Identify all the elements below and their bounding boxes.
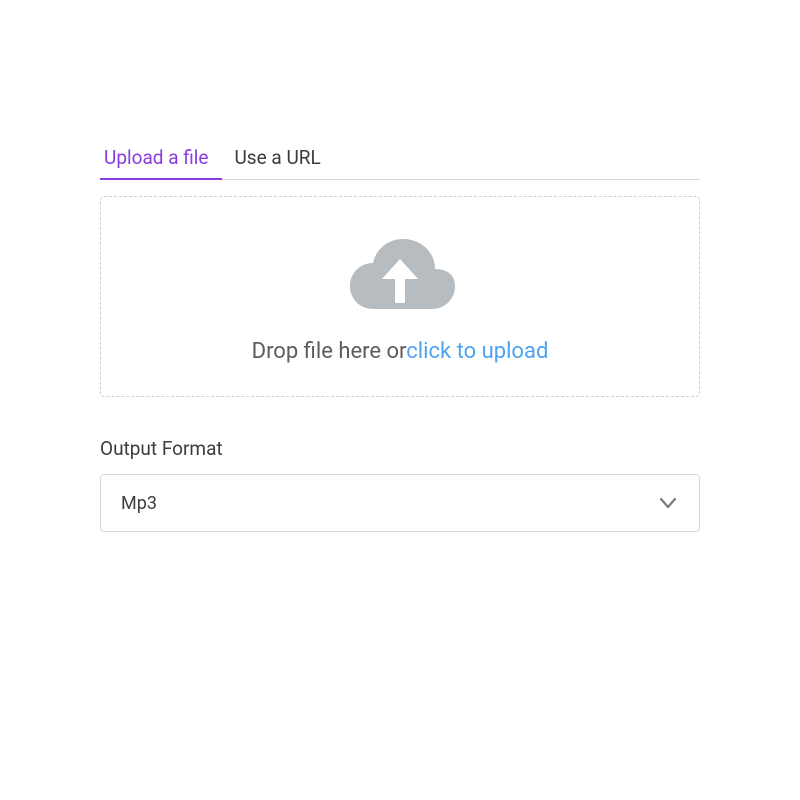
output-format-label: Output Format xyxy=(100,437,700,460)
dropzone-text: Drop file here orclick to upload xyxy=(252,339,549,364)
file-dropzone[interactable]: Drop file here orclick to upload xyxy=(100,196,700,397)
dropzone-prefix: Drop file here or xyxy=(252,339,407,364)
chevron-down-icon xyxy=(657,492,679,514)
output-format-select[interactable]: Mp3 xyxy=(100,474,700,532)
tab-use-url[interactable]: Use a URL xyxy=(230,140,334,179)
tabs: Upload a file Use a URL xyxy=(100,140,700,180)
output-format-value: Mp3 xyxy=(121,493,157,514)
click-to-upload-link[interactable]: click to upload xyxy=(406,339,548,364)
tab-upload-file[interactable]: Upload a file xyxy=(100,140,222,179)
cloud-upload-icon xyxy=(340,221,460,321)
